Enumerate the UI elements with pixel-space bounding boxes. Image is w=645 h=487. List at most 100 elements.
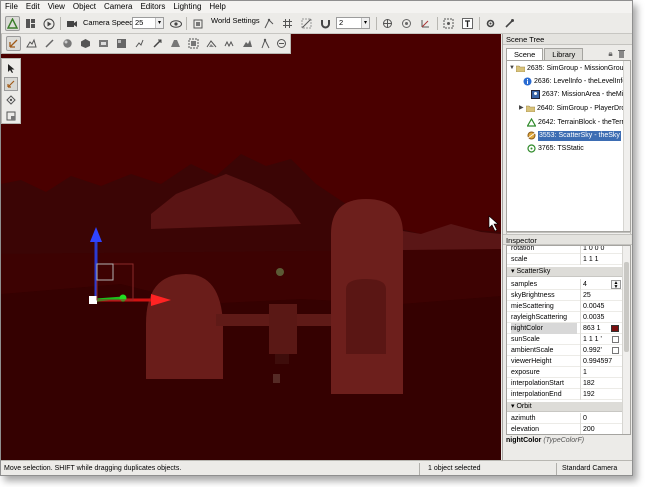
inspector-row[interactable]: interpolationStart 182 <box>507 378 623 389</box>
world-editor-icon[interactable] <box>5 16 20 31</box>
tab-library[interactable]: Library <box>544 48 584 60</box>
brush-icon[interactable] <box>502 16 517 31</box>
inspector-row[interactable]: rayleighScattering 0.0035 <box>507 312 623 323</box>
field-value[interactable]: 0 <box>583 413 623 424</box>
inspector-scrollbar[interactable] <box>622 246 630 434</box>
visibility-eye-icon[interactable] <box>168 16 183 31</box>
select-arrow-icon[interactable] <box>4 61 18 75</box>
scale-tool-icon[interactable] <box>4 109 18 123</box>
color-swatch[interactable] <box>611 325 619 332</box>
chevron-down-icon[interactable]: ▾ <box>361 18 369 28</box>
transform-axis-icon[interactable] <box>418 16 433 31</box>
mission-area-editor-icon[interactable] <box>274 36 289 51</box>
snap-terrain-icon[interactable] <box>261 16 276 31</box>
rotate-tool-icon[interactable] <box>4 93 18 107</box>
move-tool-icon[interactable] <box>4 77 18 91</box>
chevron-down-icon[interactable]: ▾ <box>155 18 163 28</box>
inspector-row[interactable]: mieScattering 0.0045 <box>507 301 623 312</box>
trash-icon[interactable] <box>617 49 626 59</box>
group-header-orbit[interactable]: ▾ Orbit <box>507 402 623 412</box>
3d-viewport[interactable] <box>1 34 501 460</box>
grid-snap-icon[interactable] <box>280 16 295 31</box>
tab-scene[interactable]: Scene <box>506 48 544 60</box>
road-editor-icon[interactable] <box>168 36 183 51</box>
chevron-right-icon[interactable]: ▶ <box>519 103 526 114</box>
object-center-icon[interactable] <box>399 16 414 31</box>
magnet-icon[interactable] <box>318 16 333 31</box>
camera-speed-field[interactable]: 25 ▾ <box>132 17 164 29</box>
lock-icon[interactable]: 🔒︎ <box>606 49 615 59</box>
world-settings-icon[interactable] <box>190 16 205 31</box>
tree-item-selected[interactable]: 3553: ScatterSky - theSky <box>527 130 621 141</box>
tree-item[interactable]: ▼ 2635: SimGroup - MissionGroup <box>509 63 627 74</box>
menu-file[interactable]: File <box>1 1 22 13</box>
field-value[interactable]: 25 <box>583 290 623 301</box>
field-value[interactable]: 192 <box>583 389 623 400</box>
datablock-editor-icon[interactable] <box>114 36 129 51</box>
inspector-row[interactable]: scale 1 1 1 <box>507 254 623 265</box>
inspector-row[interactable]: viewerHeight 0.994597 <box>507 356 623 367</box>
drop-at-icon[interactable] <box>380 16 395 31</box>
field-value[interactable]: 200 <box>583 424 623 434</box>
menu-editors[interactable]: Editors <box>136 1 169 13</box>
terrain-painter-icon[interactable] <box>42 36 57 51</box>
selection-box-icon[interactable] <box>441 16 456 31</box>
field-name: rotation <box>511 245 535 252</box>
inspector-grid[interactable]: rotation 1 0 0 0 scale 1 1 1 ▾ ScatterSk… <box>506 245 631 435</box>
spinner-arrows-icon[interactable]: ▲ ▼ <box>611 280 621 290</box>
play-icon[interactable] <box>41 16 56 31</box>
field-value[interactable]: 1 0 0 0 <box>583 246 623 254</box>
menu-edit[interactable]: Edit <box>22 1 44 13</box>
inspector-row[interactable]: azimuth 0 <box>507 413 623 424</box>
grid-size-field[interactable]: 2 ▾ <box>336 17 370 29</box>
tree-item[interactable]: 2636: LevelInfo - theLevelInfo <box>523 76 626 87</box>
field-value[interactable]: 1 1 1 <box>583 254 623 265</box>
inspector-row[interactable]: sunScale 1 1 1 ' <box>507 334 623 345</box>
chevron-down-icon[interactable]: ▼ <box>509 63 516 74</box>
mesh-road-icon[interactable] <box>204 36 219 51</box>
group-header-scattersky[interactable]: ▾ ScatterSky <box>507 267 623 277</box>
field-value[interactable]: 1 <box>583 367 623 378</box>
menu-help[interactable]: Help <box>205 1 229 13</box>
menu-camera[interactable]: Camera <box>100 1 136 13</box>
material-editor-icon[interactable] <box>60 36 75 51</box>
inspector-row[interactable]: samples 4 ▲ ▼ <box>507 279 623 290</box>
path-editor-icon[interactable] <box>258 36 273 51</box>
field-value[interactable]: 182 <box>583 378 623 389</box>
checkbox[interactable] <box>612 347 619 354</box>
menu-object[interactable]: Object <box>69 1 100 13</box>
field-value[interactable]: 0.0035 <box>583 312 623 323</box>
menu-view[interactable]: View <box>44 1 69 13</box>
tree-vertical-scrollbar[interactable] <box>623 61 630 231</box>
object-select-icon[interactable] <box>6 36 21 51</box>
inspector-row-selected[interactable]: nightColor 863 1 <box>507 323 623 334</box>
layout-icon[interactable] <box>23 16 38 31</box>
tree-item[interactable]: 2637: MissionArea - theMis <box>531 89 627 100</box>
field-value[interactable]: 0.0045 <box>583 301 623 312</box>
scene-tree[interactable]: ▼ 2635: SimGroup - MissionGroup 2636: Le… <box>506 60 631 232</box>
decal-editor-icon[interactable] <box>186 36 201 51</box>
shape-editor-icon[interactable] <box>78 36 93 51</box>
text-label-icon[interactable] <box>460 16 475 31</box>
camera-icon[interactable] <box>64 16 79 31</box>
inspector-row[interactable]: exposure 1 <box>507 367 623 378</box>
inspector-row[interactable]: ambientScale 0.992' <box>507 345 623 356</box>
inspector-row[interactable]: rotation 1 0 0 0 <box>507 245 623 254</box>
checkbox[interactable] <box>612 336 619 343</box>
forest-editor-icon[interactable] <box>132 36 147 51</box>
inspector-row[interactable]: skyBrightness 25 <box>507 290 623 301</box>
river-editor-icon[interactable] <box>222 36 237 51</box>
settings-gear-icon[interactable] <box>483 16 498 31</box>
tree-item[interactable]: ▶ 2640: SimGroup - PlayerDropPo <box>519 103 630 114</box>
bounds-snap-icon[interactable] <box>299 16 314 31</box>
tree-item[interactable]: 2642: TerrainBlock - theTerrain <box>527 117 630 128</box>
particle-editor-icon[interactable] <box>150 36 165 51</box>
terrain-editor-icon[interactable] <box>24 36 39 51</box>
sketch-tool-icon[interactable] <box>96 36 111 51</box>
menu-lighting[interactable]: Lighting <box>169 1 205 13</box>
navmesh-editor-icon[interactable] <box>240 36 255 51</box>
inspector-row[interactable]: elevation 200 <box>507 424 623 434</box>
inspector-row[interactable]: interpolationEnd 192 <box>507 389 623 400</box>
field-value[interactable]: 0.994597 <box>583 356 623 367</box>
tree-item[interactable]: 3765: TSStatic <box>527 143 584 154</box>
